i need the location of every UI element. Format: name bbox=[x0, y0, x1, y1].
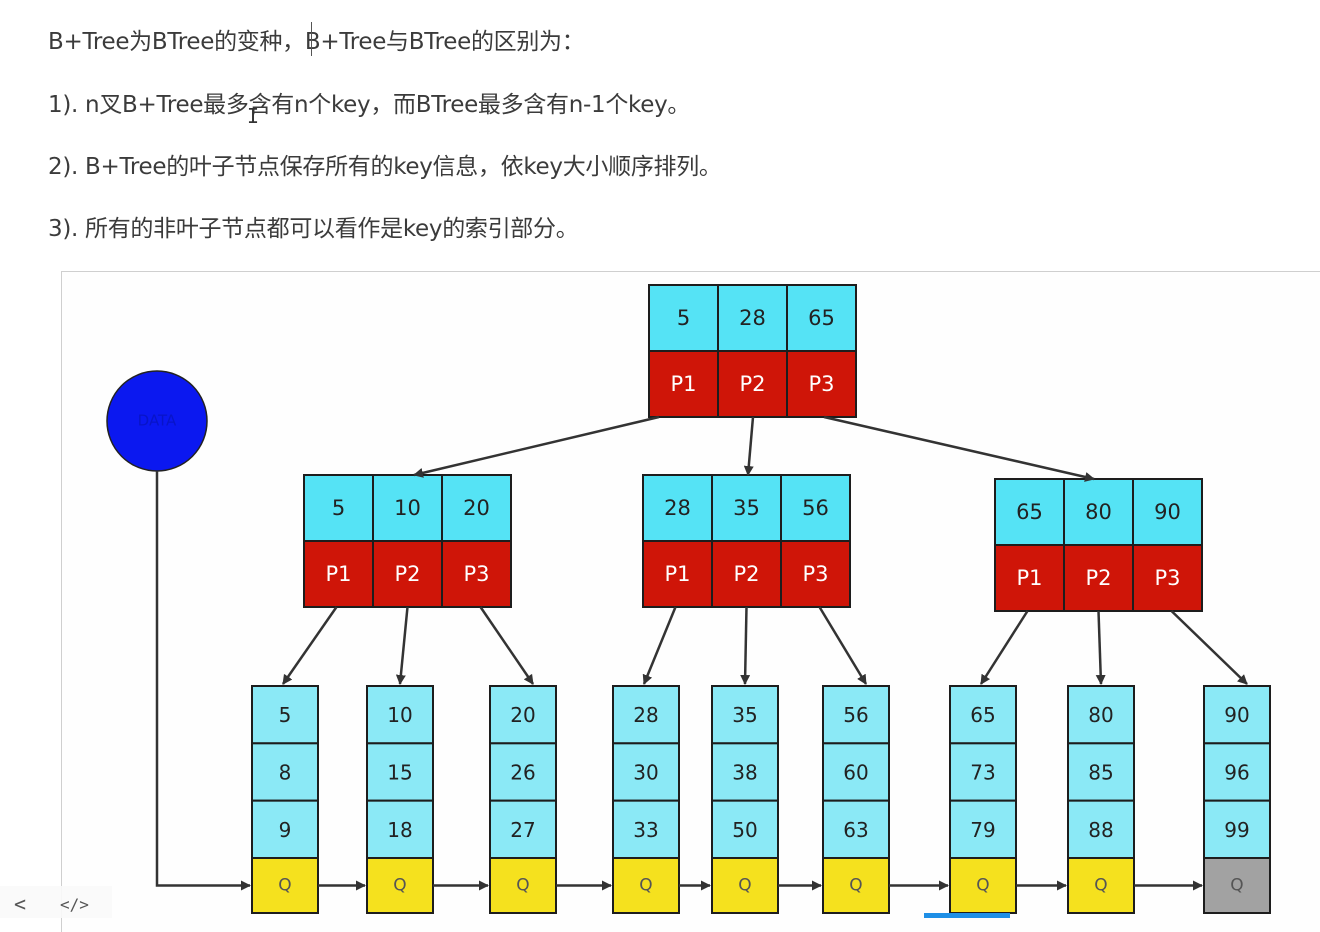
rule-line-1: 1). n叉B+Tree最多含有n个key，而BTree最多含有n-1个key。 bbox=[48, 92, 691, 118]
leaf-2-key-label: 15 bbox=[387, 761, 412, 785]
leaf-2-key-label: 10 bbox=[387, 703, 412, 727]
leaf-3-key-label: 26 bbox=[510, 761, 535, 785]
internal-3-to-leaf-9-arrow bbox=[1170, 610, 1248, 685]
rule-line-2: 2). B+Tree的叶子节点保存所有的key信息，依key大小顺序排列。 bbox=[48, 154, 722, 180]
internal-node-1-pointer-label: P1 bbox=[325, 562, 351, 586]
data-to-first-leaf-arrow bbox=[155, 471, 251, 891]
leaf-6-key-label: 63 bbox=[843, 818, 868, 842]
leaf-7-key-label: 65 bbox=[970, 703, 995, 727]
internal-node-1-key-label: 5 bbox=[332, 496, 345, 520]
root-to-internal-2-arrow bbox=[743, 416, 755, 476]
leaf-4-key-label: 28 bbox=[633, 703, 658, 727]
root-node-key-label: 28 bbox=[739, 306, 766, 330]
progress-indicator bbox=[924, 913, 1010, 918]
leaf-4-key-label: 33 bbox=[633, 818, 658, 842]
internal-node-1-key-label: 10 bbox=[394, 496, 421, 520]
leaf-1-next-pointer-label: Q bbox=[278, 876, 291, 896]
back-chevron-icon[interactable]: < bbox=[14, 892, 26, 916]
leaf-3-next-pointer-label: Q bbox=[516, 876, 529, 896]
internal-node-3-key-label: 65 bbox=[1016, 500, 1043, 524]
root-node-pointer-label: P2 bbox=[739, 372, 765, 396]
leaf-9-next-pointer-label: Q bbox=[1230, 876, 1243, 896]
leaf-5-key-label: 35 bbox=[732, 703, 757, 727]
root-to-internal-3-arrow bbox=[823, 415, 1095, 482]
bplus-tree-diagram: 5 28 65 P1 P2 P3 5 10 20 P1 P2 P3 28 35 56 P1 P2 P3 65 80 90… bbox=[106, 284, 1271, 914]
leaf-5-next-pointer-label: Q bbox=[738, 876, 751, 896]
internal-node-1-key-label: 20 bbox=[463, 496, 490, 520]
leaf-8-key-label: 85 bbox=[1088, 761, 1113, 785]
leaf-1-key-label: 9 bbox=[279, 818, 292, 842]
internal-node-2-key-label: 35 bbox=[733, 496, 760, 520]
internal-node-3-key-label: 90 bbox=[1154, 500, 1181, 524]
intro-line: B+Tree为BTree的变种，B+Tree与BTree的区别为： bbox=[48, 29, 585, 55]
internal-node-1-pointer-label: P3 bbox=[463, 562, 489, 586]
internal-node-2-key-label: 56 bbox=[802, 496, 829, 520]
code-view-icon[interactable]: </> bbox=[60, 895, 89, 914]
internal-2-to-leaf-6-arrow bbox=[818, 606, 868, 685]
leaf-6-next-pointer-label: Q bbox=[849, 876, 862, 896]
internal-node-3-pointer-label: P3 bbox=[1154, 566, 1180, 590]
internal-node-2-key-label: 28 bbox=[664, 496, 691, 520]
internal-2-to-leaf-5-arrow bbox=[740, 606, 751, 685]
rule-line-3: 3). 所有的非叶子节点都可以看作是key的索引部分。 bbox=[48, 216, 579, 242]
bplus-tree-figure: 5 28 65 P1 P2 P3 5 10 20 P1 P2 P3 28 35 56 P1 P2 P3 65 80 90… bbox=[61, 271, 1320, 932]
leaf-4-next-pointer-label: Q bbox=[639, 876, 652, 896]
text-cursor bbox=[311, 22, 312, 56]
data-label: DATA bbox=[138, 412, 177, 430]
leaf-1-key-label: 8 bbox=[279, 761, 292, 785]
leaf-9-key-label: 96 bbox=[1224, 761, 1249, 785]
leaf-8-next-pointer-label: Q bbox=[1094, 876, 1107, 896]
leaf-9-key-label: 99 bbox=[1224, 818, 1249, 842]
leaf-6-key-label: 56 bbox=[843, 703, 868, 727]
leaf-6-key-label: 60 bbox=[843, 761, 868, 785]
leaf-9-key-label: 90 bbox=[1224, 703, 1249, 727]
root-node-pointer-label: P1 bbox=[670, 372, 696, 396]
internal-node-3-pointer-label: P1 bbox=[1016, 566, 1042, 590]
leaf-7-key-label: 79 bbox=[970, 818, 995, 842]
root-node-pointer-label: P3 bbox=[808, 372, 834, 396]
leaf-4-key-label: 30 bbox=[633, 761, 658, 785]
internal-3-to-leaf-8-arrow bbox=[1095, 610, 1106, 685]
leaf-5-key-label: 50 bbox=[732, 818, 757, 842]
root-node-key-label: 5 bbox=[677, 306, 690, 330]
internal-node-2-pointer-label: P3 bbox=[802, 562, 828, 586]
internal-1-to-leaf-2-arrow bbox=[395, 606, 409, 685]
internal-node-3-pointer-label: P2 bbox=[1085, 566, 1111, 590]
root-node-key-label: 65 bbox=[808, 306, 835, 330]
leaf-7-key-label: 73 bbox=[970, 761, 995, 785]
internal-1-to-leaf-1-arrow bbox=[281, 606, 338, 685]
leaf-1-key-label: 5 bbox=[279, 703, 292, 727]
internal-3-to-leaf-7-arrow bbox=[979, 610, 1029, 685]
leaf-2-next-pointer-label: Q bbox=[393, 876, 406, 896]
root-to-internal-1-arrow bbox=[413, 415, 660, 478]
internal-1-to-leaf-3-arrow bbox=[479, 606, 535, 685]
ibeam-cursor-icon: I bbox=[247, 104, 260, 128]
internal-2-to-leaf-4-arrow bbox=[642, 606, 677, 685]
internal-node-2-pointer-label: P1 bbox=[664, 562, 690, 586]
leaf-2-key-label: 18 bbox=[387, 818, 412, 842]
leaf-5-key-label: 38 bbox=[732, 761, 757, 785]
internal-node-2-pointer-label: P2 bbox=[733, 562, 759, 586]
leaf-8-key-label: 88 bbox=[1088, 818, 1113, 842]
leaf-7-next-pointer-label: Q bbox=[976, 876, 989, 896]
leaf-8-key-label: 80 bbox=[1088, 703, 1113, 727]
leaf-3-key-label: 27 bbox=[510, 818, 535, 842]
internal-node-1-pointer-label: P2 bbox=[394, 562, 420, 586]
internal-node-3-key-label: 80 bbox=[1085, 500, 1112, 524]
leaf-3-key-label: 20 bbox=[510, 703, 535, 727]
